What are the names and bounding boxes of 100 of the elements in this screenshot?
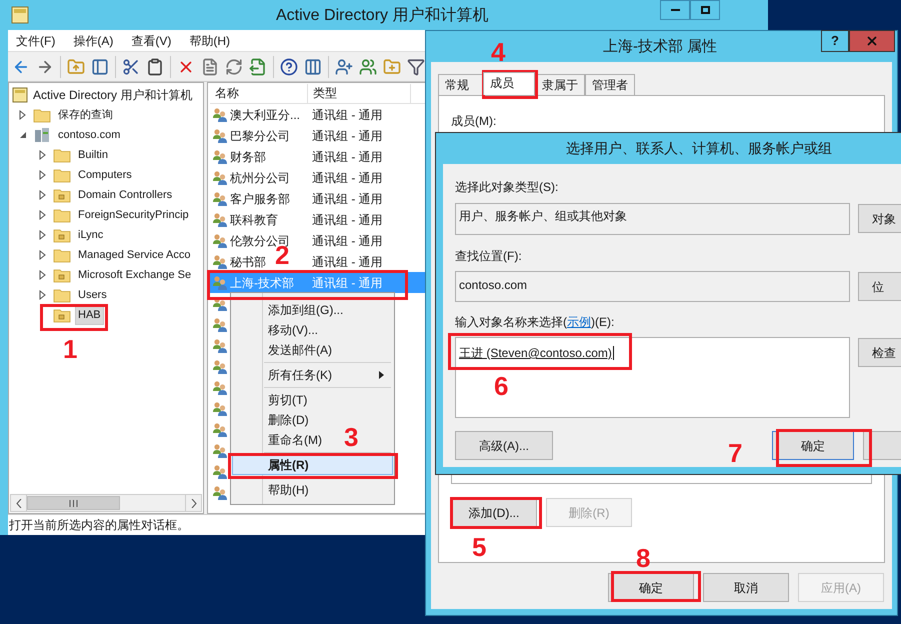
submenu-arrow-icon	[379, 371, 384, 379]
menu-item[interactable]: 帮助(H)	[189, 32, 230, 50]
column-header[interactable]: 名称	[210, 84, 308, 103]
ok-button[interactable]: 确定	[772, 431, 854, 460]
help-button[interactable]: ?	[821, 30, 849, 52]
group-icon	[212, 128, 228, 144]
menu-item[interactable]: 删除(D)	[232, 410, 312, 430]
menu-item[interactable]: 剪切(T)	[232, 390, 310, 410]
group-type: 通讯组 - 通用	[311, 148, 383, 166]
object-types-button[interactable]: 对象	[858, 204, 901, 233]
clipboard-icon[interactable]	[146, 58, 164, 76]
close-icon	[865, 34, 879, 48]
object-type-field: 用户、服务帐户、组或其他对象	[455, 203, 850, 235]
group-icon	[212, 316, 228, 332]
horizontal-scrollbar[interactable]	[10, 494, 202, 512]
step-number: 5	[472, 534, 486, 560]
folder-icon	[53, 207, 71, 223]
menu-item[interactable]: 重命名(M)	[232, 430, 325, 450]
document-icon[interactable]	[201, 58, 219, 76]
group-icon	[212, 400, 228, 416]
group-name: 澳大利亚分...	[230, 108, 300, 122]
folder-icon	[33, 107, 51, 123]
tab[interactable]: 隶属于	[535, 74, 585, 95]
group-icon	[212, 254, 228, 270]
group-icon	[212, 422, 228, 438]
add-user-icon[interactable]	[335, 58, 353, 76]
group-type: 通讯组 - 通用	[311, 274, 383, 292]
group-name: 巴黎分公司	[230, 128, 290, 142]
menu-item[interactable]: 所有任务(K)	[232, 365, 393, 385]
group-name: 上海-技术部	[230, 276, 294, 290]
advanced-button[interactable]: 高级(A)...	[455, 431, 554, 460]
scroll-thumb[interactable]	[27, 496, 120, 510]
menu-item[interactable]: 帮助(H)	[232, 480, 312, 500]
group-name: 客户服务部	[230, 192, 290, 206]
tree-item[interactable]: Computers	[75, 165, 135, 185]
tree-item[interactable]: 保存的查询	[55, 105, 116, 125]
folder-icon	[53, 307, 71, 323]
menu-item[interactable]: 移动(V)...	[232, 320, 321, 340]
tab[interactable]: 管理者	[585, 74, 635, 95]
tree-item[interactable]: ForeignSecurityPrincip	[75, 205, 192, 225]
group-icon	[212, 274, 228, 290]
tree-item[interactable]: Builtin	[75, 145, 111, 165]
minimize-button[interactable]	[660, 0, 690, 20]
object-name: 王进 (Steven@contoso.com)	[459, 346, 614, 360]
group-type: 通讯组 - 通用	[311, 170, 383, 186]
close-button[interactable]	[849, 30, 895, 52]
dialog-title: 上海-技术部 属性	[603, 37, 718, 57]
group-type: 通讯组 - 通用	[311, 106, 383, 124]
group-name: 联科教育	[230, 212, 278, 226]
tree-item[interactable]: Managed Service Acco	[75, 245, 194, 265]
group-type: 通讯组 - 通用	[311, 232, 383, 250]
highlight-box	[482, 70, 538, 99]
group-icon	[212, 232, 228, 248]
refresh-icon[interactable]	[225, 58, 243, 76]
tree-item[interactable]: Active Directory 用户和计算机	[33, 86, 192, 104]
menu-item[interactable]: 查看(V)	[131, 32, 172, 50]
folder-icon	[53, 267, 71, 283]
step-number: 8	[636, 545, 650, 571]
members-label: 成员(M):	[451, 113, 498, 130]
tree-item[interactable]: Users	[75, 285, 110, 305]
group-type: 通讯组 - 通用	[311, 212, 383, 228]
dialog-button[interactable]	[862, 431, 901, 460]
example-link[interactable]: 示例	[567, 315, 591, 329]
tab[interactable]: 常规	[438, 74, 483, 95]
scissors-icon[interactable]	[122, 58, 140, 76]
tree-item[interactable]: Domain Controllers	[75, 185, 176, 205]
tree-item[interactable]: iLync	[75, 225, 106, 245]
help-icon[interactable]	[280, 58, 298, 76]
menu-item[interactable]: 操作(A)	[73, 32, 114, 50]
export-icon[interactable]	[249, 58, 267, 76]
maximize-button[interactable]	[690, 0, 720, 20]
check-names-button[interactable]: 检查	[858, 338, 901, 367]
group-icon	[212, 380, 228, 396]
menu-item[interactable]: 属性(R)	[232, 455, 393, 475]
tree-item[interactable]: contoso.com	[55, 125, 124, 145]
tab[interactable]: 成员	[483, 72, 535, 95]
tree-item[interactable]: HAB	[75, 305, 104, 325]
group-icon	[212, 190, 228, 206]
menu-item[interactable]: 文件(F)	[16, 32, 56, 50]
group-icon	[212, 464, 228, 480]
column-header[interactable]: 类型	[308, 84, 411, 103]
group-icon	[212, 442, 228, 458]
group-icon	[212, 106, 228, 122]
menu-item[interactable]: 发送邮件(A)	[232, 340, 335, 360]
step-number: 7	[728, 440, 742, 466]
group-name: 秘书部	[230, 254, 266, 268]
group-type: 通讯组 - 通用	[311, 128, 383, 144]
panel-icon[interactable]	[91, 58, 109, 76]
group-type: 通讯组 - 通用	[311, 254, 383, 270]
folder-icon	[53, 147, 71, 163]
columns-icon[interactable]	[304, 58, 322, 76]
group-icon	[212, 358, 228, 374]
filter-icon[interactable]	[407, 58, 425, 76]
menu-item[interactable]: 添加到组(G)...	[232, 300, 346, 320]
add-group-icon[interactable]	[359, 58, 377, 76]
tree-item[interactable]: Microsoft Exchange Se	[75, 265, 194, 285]
folder-icon	[53, 287, 71, 303]
cancel-button[interactable]: 取消	[703, 573, 789, 602]
app-icon	[12, 87, 28, 103]
locations-button[interactable]: 位	[858, 272, 901, 301]
